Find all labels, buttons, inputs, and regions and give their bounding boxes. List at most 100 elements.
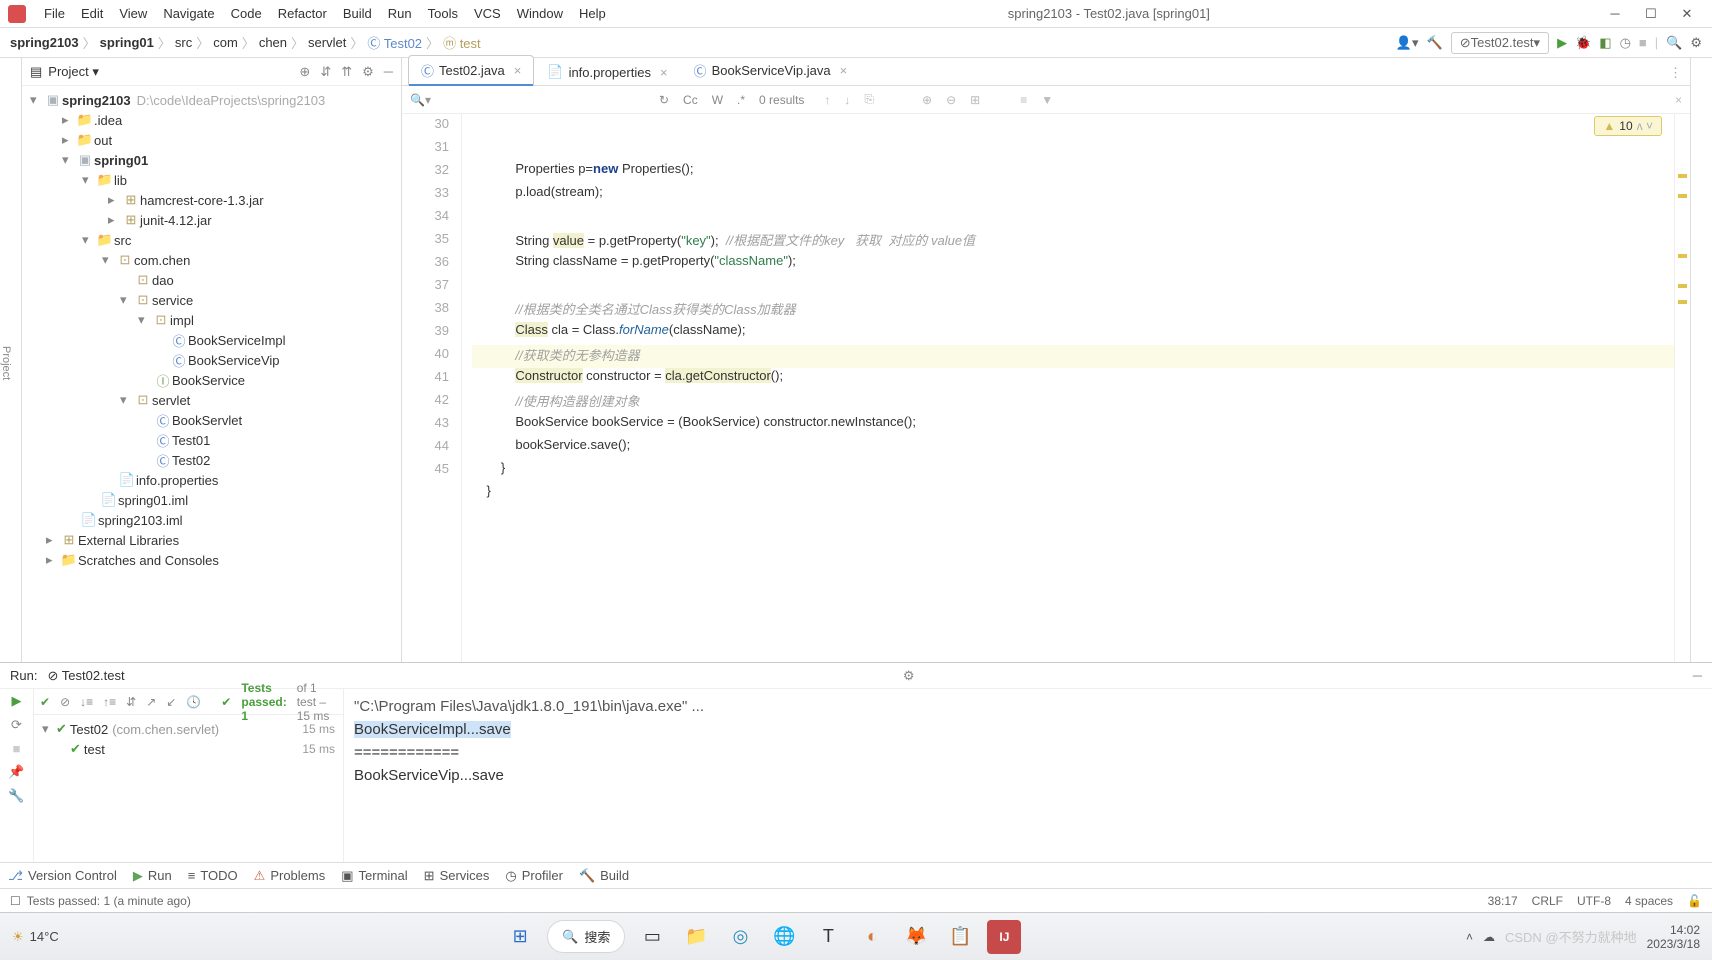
prev-match-icon[interactable]: ↑: [824, 93, 830, 107]
menu-navigate[interactable]: Navigate: [155, 2, 222, 25]
menu-edit[interactable]: Edit: [73, 2, 111, 25]
menu-help[interactable]: Help: [571, 2, 614, 25]
window-close-icon[interactable]: ✕: [1676, 6, 1698, 22]
menu-file[interactable]: File: [36, 2, 73, 25]
menu-vcs[interactable]: VCS: [466, 2, 509, 25]
settings-icon[interactable]: ⚙: [362, 64, 374, 80]
profiler-tab[interactable]: ◷Profiler: [505, 868, 563, 884]
breadcrumb[interactable]: servlet: [308, 35, 346, 50]
run-tab[interactable]: ▶Run: [133, 868, 172, 884]
export-icon[interactable]: ↗: [146, 695, 156, 709]
coverage-button[interactable]: ◧: [1599, 35, 1611, 51]
user-icon[interactable]: 👤▾: [1396, 35, 1419, 51]
weather-widget[interactable]: ☀ 14°C: [12, 929, 59, 945]
editor-error-stripe[interactable]: [1674, 114, 1690, 662]
stop-button[interactable]: ■: [1639, 35, 1647, 50]
collapse-all-icon[interactable]: ⇈: [341, 64, 352, 80]
chrome-icon[interactable]: 🌐: [767, 920, 801, 954]
window-maximize-icon[interactable]: ☐: [1640, 6, 1662, 22]
breadcrumb[interactable]: src: [175, 35, 192, 50]
remove-selection-icon[interactable]: ⊖: [946, 93, 956, 107]
caret-position[interactable]: 38:17: [1488, 894, 1518, 908]
sort-icon-2[interactable]: ↑≡: [103, 695, 116, 709]
console-output[interactable]: "C:\Program Files\Java\jdk1.8.0_191\bin\…: [344, 689, 1712, 862]
menu-build[interactable]: Build: [335, 2, 380, 25]
next-match-icon[interactable]: ↓: [844, 93, 850, 107]
tests-failed-filter-icon[interactable]: ⊘: [60, 695, 70, 709]
filter-icon[interactable]: ≡: [1020, 93, 1027, 107]
editor-tab-info[interactable]: 📄info.properties×: [534, 58, 680, 85]
project-panel-title[interactable]: Project ▾: [48, 64, 289, 80]
todo-tab[interactable]: ≡TODO: [188, 868, 238, 883]
toggle-auto-test-icon[interactable]: ⟳: [11, 717, 22, 733]
debug-button[interactable]: 🐞: [1575, 35, 1591, 51]
menu-refactor[interactable]: Refactor: [270, 2, 335, 25]
settings-icon[interactable]: ⚙: [1690, 35, 1702, 51]
taskbar-search[interactable]: 🔍搜索: [547, 920, 625, 953]
whole-word-toggle[interactable]: W: [712, 93, 723, 107]
editor-tab-test02[interactable]: ⒸTest02.java×: [408, 55, 534, 85]
tests-passed-icon[interactable]: ✔: [40, 695, 50, 709]
version-control-tab[interactable]: ⎇Version Control: [8, 868, 117, 884]
menu-tools[interactable]: Tools: [420, 2, 466, 25]
history-icon[interactable]: ↻: [659, 93, 669, 107]
breadcrumb[interactable]: spring2103: [10, 35, 79, 50]
select-opened-file-icon[interactable]: ⊕: [299, 64, 310, 80]
tray-chevron-icon[interactable]: ˄: [1466, 930, 1473, 944]
line-number-gutter[interactable]: 30313233343536373839404142434445: [402, 114, 462, 662]
line-separator[interactable]: CRLF: [1532, 894, 1563, 908]
app-icon[interactable]: ◐: [855, 920, 889, 954]
window-minimize-icon[interactable]: ─: [1604, 6, 1626, 22]
app-icon[interactable]: 📋: [943, 920, 977, 954]
tab-options-icon[interactable]: ⋮: [1661, 61, 1690, 85]
run-config-selector[interactable]: ⊘ Test02.test ▾: [1451, 32, 1549, 54]
menu-window[interactable]: Window: [509, 2, 571, 25]
readonly-lock-icon[interactable]: 🔓: [1687, 894, 1702, 908]
start-button[interactable]: ⊞: [503, 920, 537, 954]
profile-button[interactable]: ◷: [1620, 35, 1631, 51]
edge-icon[interactable]: ◎: [723, 920, 757, 954]
breadcrumb[interactable]: spring01: [100, 35, 154, 50]
problems-tab[interactable]: ⚠Problems: [254, 868, 326, 884]
menu-run[interactable]: Run: [380, 2, 420, 25]
close-search-icon[interactable]: ×: [1675, 93, 1682, 107]
build-button[interactable]: 🔨: [1427, 35, 1443, 51]
regex-toggle[interactable]: .*: [737, 93, 745, 107]
select-all-icon[interactable]: ⎘: [864, 92, 874, 107]
build-tab[interactable]: 🔨Build: [579, 868, 629, 884]
run-hide-icon[interactable]: ─: [1693, 668, 1702, 683]
breadcrumb[interactable]: com: [213, 35, 238, 50]
services-tab[interactable]: ⊞Services: [424, 868, 490, 884]
add-selection-icon[interactable]: ⊕: [922, 93, 932, 107]
hide-panel-icon[interactable]: ─: [384, 64, 393, 79]
project-tool-button[interactable]: Project: [0, 346, 12, 380]
intellij-icon[interactable]: IJ: [987, 920, 1021, 954]
close-icon[interactable]: ×: [514, 63, 522, 78]
code-content[interactable]: ▲10 ʌ ˅ Properties p=new Properties(); p…: [462, 114, 1674, 662]
search-icon[interactable]: 🔍▾: [410, 93, 431, 107]
breadcrumb[interactable]: chen: [259, 35, 287, 50]
expand-icon[interactable]: ⇵: [126, 695, 136, 709]
app-icon[interactable]: T: [811, 920, 845, 954]
wrench-icon[interactable]: 🔧: [8, 788, 24, 804]
search-everywhere-icon[interactable]: 🔍: [1666, 35, 1682, 51]
run-config-name[interactable]: ⊘ Test02.test: [47, 668, 124, 684]
file-explorer-icon[interactable]: 📁: [679, 920, 713, 954]
breadcrumb-method[interactable]: ⓜ test: [443, 33, 481, 52]
app-icon[interactable]: 🦊: [899, 920, 933, 954]
menu-code[interactable]: Code: [223, 2, 270, 25]
expand-all-icon[interactable]: ⇵: [320, 64, 331, 80]
sort-icon[interactable]: ↓≡: [80, 695, 93, 709]
onedrive-icon[interactable]: ☁: [1483, 930, 1495, 944]
tests-tree[interactable]: ▾✔Test02 (com.chen.servlet)15 ms ✔test15…: [34, 715, 343, 763]
task-view-icon[interactable]: ▭: [635, 920, 669, 954]
history-icon[interactable]: 🕓: [186, 695, 201, 709]
terminal-tab[interactable]: ▣Terminal: [341, 868, 407, 884]
rerun-icon[interactable]: ▶: [12, 693, 22, 709]
breadcrumb-class[interactable]: Ⓒ Test02: [367, 33, 422, 52]
warning-badge[interactable]: ▲10 ʌ ˅: [1594, 116, 1662, 136]
file-encoding[interactable]: UTF-8: [1577, 894, 1611, 908]
match-case-toggle[interactable]: Cc: [683, 93, 698, 107]
run-button[interactable]: ▶: [1557, 35, 1567, 51]
close-icon[interactable]: ×: [660, 65, 668, 80]
